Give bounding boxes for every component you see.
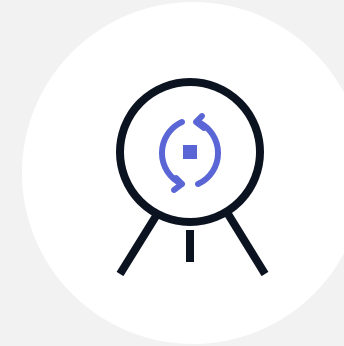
badge-background	[22, 2, 344, 344]
tripod-sync-icon	[22, 2, 344, 344]
center-square-icon	[183, 145, 197, 159]
icon-stage	[0, 0, 344, 346]
